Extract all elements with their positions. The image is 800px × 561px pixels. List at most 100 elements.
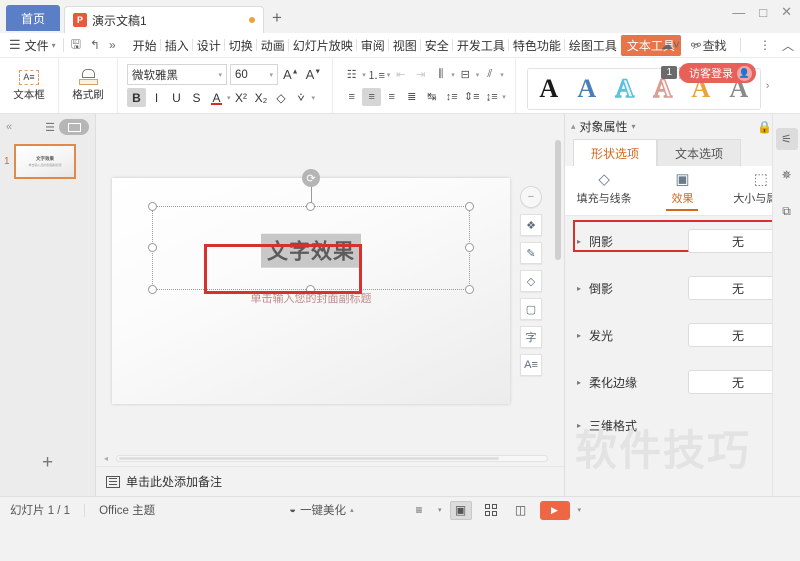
decrease-indent-icon[interactable]: ⇤	[391, 66, 410, 84]
chevron-down-icon[interactable]: ▾	[387, 71, 391, 79]
chevron-down-icon[interactable]: ▾	[451, 71, 455, 79]
text-align-icon[interactable]: A≡	[520, 354, 542, 376]
underline-button[interactable]: U	[167, 88, 186, 107]
subscript-button[interactable]: X₂	[252, 88, 271, 107]
bold-button[interactable]: B	[127, 88, 146, 107]
wordart-style-2[interactable]: A	[568, 70, 606, 108]
properties-icon[interactable]: ⚟	[775, 128, 798, 150]
canvas-horizontal-scrollbar[interactable]: ◂	[96, 451, 564, 466]
tab-security[interactable]: 安全	[421, 37, 453, 54]
theme-label[interactable]: Office 主题	[99, 502, 155, 518]
file-menu[interactable]: 文件 ▾	[25, 37, 56, 54]
collaborate-icon[interactable]: ⚯	[691, 38, 701, 52]
slide-sorter-icon[interactable]	[480, 501, 502, 520]
slide-title-text[interactable]: 文字效果	[261, 233, 361, 268]
increase-indent-icon[interactable]: ⇥	[411, 66, 430, 84]
collapse-tools-icon[interactable]: −	[520, 186, 542, 208]
shape-outline-icon[interactable]: ▢	[520, 298, 542, 320]
collapse-ribbon-icon[interactable]: ︿	[782, 37, 794, 54]
slide-canvas[interactable]: ⟳ 文字效果 单击输入您的封面副标题	[112, 169, 510, 404]
text-settings-icon[interactable]: 字	[520, 326, 542, 348]
align-center-icon[interactable]: ≡	[362, 87, 382, 106]
chevron-down-icon[interactable]: ▾	[476, 71, 480, 79]
maximize-icon[interactable]: □	[759, 5, 767, 20]
resize-handle-middle-left[interactable]	[148, 243, 157, 252]
undo-icon[interactable]: ↰	[90, 38, 100, 52]
wordart-more-button[interactable]: ›	[763, 80, 773, 92]
clear-format-icon[interactable]: ◇	[272, 88, 291, 107]
resize-handle-top-center[interactable]	[306, 202, 315, 211]
scroll-left-icon[interactable]: ◂	[104, 454, 108, 463]
resize-handle-top-left[interactable]	[148, 202, 157, 211]
view-notes-icon[interactable]: ≡	[408, 501, 430, 520]
thumbnail-preview[interactable]: 文字效果 单击输入您的封面副标题	[14, 144, 76, 179]
text-direction-icon[interactable]: ⫼	[431, 66, 450, 84]
subtab-fill-and-line[interactable]: ◇ 填充与线条	[568, 172, 640, 210]
home-tab[interactable]: 首页	[6, 5, 60, 31]
superscript-button[interactable]: X²	[232, 88, 251, 107]
more-options-icon[interactable]: ⋮	[759, 38, 771, 52]
resize-handle-middle-right[interactable]	[465, 243, 474, 252]
collapse-pane-icon[interactable]: «	[6, 121, 12, 133]
add-slide-button[interactable]: +	[0, 452, 95, 474]
hamburger-menu-icon[interactable]: ☰	[9, 37, 21, 53]
strikethrough-button[interactable]: S	[187, 88, 206, 107]
property-row-shadow[interactable]: ▸ 阴影 无 ▾	[565, 226, 800, 256]
align-text-icon[interactable]: ⊟	[456, 66, 475, 84]
canvas-vertical-scrollbar[interactable]	[554, 116, 562, 449]
align-right-icon[interactable]: ≡	[382, 88, 401, 106]
new-tab-button[interactable]: +	[264, 5, 290, 31]
align-left-icon[interactable]: ≡	[342, 88, 361, 106]
tab-review[interactable]: 审阅	[357, 37, 389, 54]
wordart-style-3[interactable]: A	[606, 70, 644, 108]
close-icon[interactable]: ✕	[781, 4, 792, 20]
text-highlight-icon[interactable]: ⩒	[292, 88, 311, 107]
chevron-down-icon[interactable]: ▾	[502, 93, 506, 101]
start-slideshow-button[interactable]: ▶	[539, 500, 570, 520]
numbered-list-icon[interactable]: ⒈≡	[367, 66, 386, 84]
tab-shape-options[interactable]: 形状选项	[573, 139, 658, 166]
more-quick-access-icon[interactable]: »	[109, 38, 116, 52]
slide-canvas-area[interactable]: ⟳ 文字效果 单击输入您的封面副标题 − ❖ ✎ ◇ ▢ 字 A≡	[96, 114, 564, 451]
font-name-input[interactable]: 微软雅黑 ▾	[127, 64, 227, 85]
share-icon[interactable]: ⇪	[712, 38, 722, 52]
normal-view-icon[interactable]: ▣	[449, 500, 472, 520]
layers-icon[interactable]: ❖	[520, 214, 542, 236]
minimize-icon[interactable]: —	[732, 5, 745, 20]
tab-transition[interactable]: 切换	[225, 37, 257, 54]
font-size-input[interactable]: 60 ▾	[230, 64, 278, 85]
chevron-down-icon[interactable]: ▾	[578, 506, 582, 514]
shape-fill-icon[interactable]: ◇	[520, 270, 542, 292]
columns-icon[interactable]: ⫽	[480, 66, 499, 84]
outline-view-icon[interactable]: ☰	[45, 121, 55, 134]
shrink-font-button[interactable]: A▼	[304, 67, 324, 82]
chevron-down-icon[interactable]: ▾	[227, 94, 231, 102]
lock-icon[interactable]: 🔒	[757, 120, 772, 134]
expand-caret-icon[interactable]: ▸	[577, 378, 589, 387]
tab-drawing-tools[interactable]: 绘图工具	[565, 37, 621, 54]
tab-slideshow[interactable]: 幻灯片放映	[289, 37, 357, 54]
guest-login-button[interactable]: 访客登录 👤	[679, 63, 756, 83]
one-click-beautify-button[interactable]: ◒ 一键美化 ▴	[289, 502, 353, 518]
reading-view-icon[interactable]: ◫	[510, 501, 532, 520]
title-placeholder[interactable]: ⟳ 文字效果	[148, 169, 474, 294]
thumbnail-item[interactable]: 1 文字效果 单击输入您的封面副标题	[0, 140, 95, 179]
brush-icon[interactable]: ✎	[520, 242, 542, 264]
tab-design[interactable]: 设计	[193, 37, 225, 54]
property-row-soft-edges[interactable]: ▸ 柔化边缘 无 ▾	[565, 367, 800, 397]
justify-icon[interactable]: ≣	[402, 88, 421, 106]
document-tab[interactable]: P 演示文稿1	[64, 6, 264, 33]
subtab-effects[interactable]: ▣ 效果	[646, 172, 718, 211]
slide-view-icon[interactable]	[59, 119, 89, 135]
tab-start[interactable]: 开始	[129, 37, 161, 54]
cloud-icon[interactable]: ☁˅	[661, 38, 680, 52]
chevron-down-icon[interactable]: ▾	[312, 94, 316, 102]
expand-caret-icon[interactable]: ▸	[577, 237, 589, 246]
font-color-button[interactable]: A	[207, 88, 226, 107]
property-row-glow[interactable]: ▸ 发光 无 ▾	[565, 320, 800, 350]
paragraph-spacing-icon[interactable]: ⇕≡	[462, 88, 481, 106]
hscroll-track[interactable]	[116, 455, 548, 462]
expand-caret-icon[interactable]: ▸	[577, 284, 589, 293]
chevron-down-icon[interactable]: ▾	[438, 506, 442, 514]
save-icon[interactable]: 🖫	[71, 35, 81, 56]
